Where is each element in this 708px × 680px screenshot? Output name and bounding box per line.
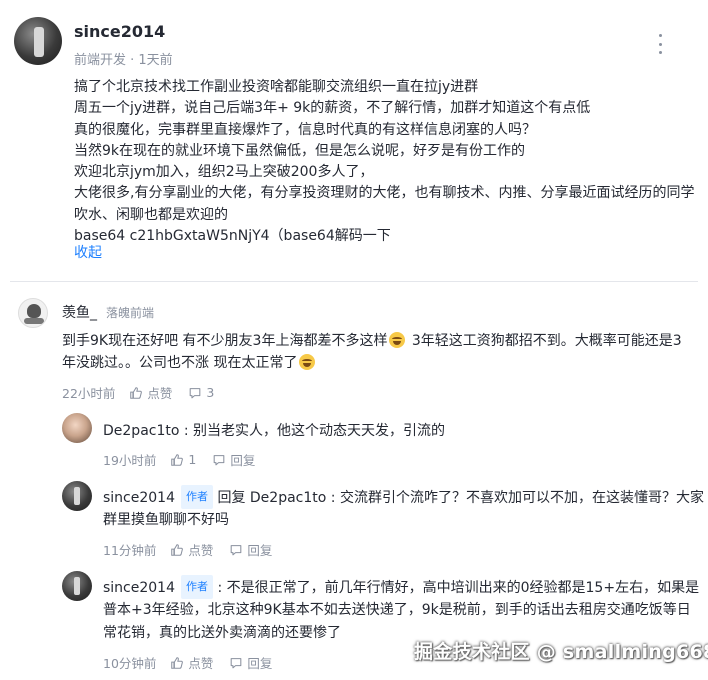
post-line: 当然9k在现在的就业环境下虽然偏低，但是怎么说呢，好歹是有份工作的: [74, 142, 526, 159]
comment-text: 年没跳过。。公司也不涨 现在太正常了: [62, 352, 317, 374]
comment-text-part: 到手9K现在还好吧 有不少朋友3年上海都差不多这样: [62, 333, 388, 349]
post: since2014 前端开发 · 1天前 搞了个北京技术找工作副业投资啥都能聊交…: [0, 0, 708, 280]
comment-icon: [190, 387, 201, 398]
comment-actions: 22小时前 点赞 3: [62, 383, 230, 402]
post-line: base64 c21hbGxtaW5nNjY4（base64解码一下: [74, 228, 391, 245]
reply-label: 回复: [230, 453, 256, 468]
reply-content: 回复 De2pac1to : 交流群引个流咋了？不喜欢加可以不加，在这装懂哥？大…: [213, 490, 704, 506]
author-badge: 作者: [181, 485, 213, 509]
comment-icon: [214, 454, 225, 465]
crying-emoji: [299, 354, 316, 370]
reply-text: 普本+3年经验，北京这种9K基本不如去送快递了，9k是税前，到手的话出去租房交通…: [103, 599, 691, 621]
reply-actions: 11分钟前 点赞 回复: [103, 540, 288, 559]
reply-content: 普本+3年经验，北京这种9K基本不如去送快递了，9k是税前，到手的话出去租房交通…: [103, 602, 691, 618]
like-button[interactable]: 1: [170, 452, 196, 467]
reply-label: 回复: [247, 543, 273, 558]
reply-content: : 别当老实人，他这个动态天天发，引流的: [179, 423, 446, 439]
commenter-title: 落魄前端: [106, 306, 155, 320]
post-line: 吹水、闲聊也都是欢迎的: [74, 206, 228, 223]
comment-text: 到手9K现在还好吧 有不少朋友3年上海都差不多这样 3年轻这工资狗都招不到。大概…: [62, 330, 682, 352]
like-button[interactable]: 点赞: [170, 653, 213, 672]
post-avatar[interactable]: [14, 17, 62, 65]
reply-time: 10分钟前: [103, 656, 157, 671]
thumbs-up-icon: [171, 656, 184, 669]
reply-avatar[interactable]: [62, 571, 92, 601]
post-body: 搞了个北京技术找工作副业投资啥都能聊交流组织一直在拉jy进群 周五一个jy进群，…: [74, 77, 704, 247]
watermark: 掘金技术社区 @ smallming668: [414, 641, 708, 663]
post-line: 搞了个北京技术找工作副业投资啥都能聊交流组织一直在拉jy进群: [74, 79, 479, 95]
reply-count: 3: [206, 385, 215, 400]
reply-avatar[interactable]: [62, 413, 92, 443]
post-line: 欢迎北京jym加入，组织2马上突破200多人了，: [74, 164, 374, 181]
reply-label: 回复: [247, 656, 273, 671]
comment-icon: [231, 544, 242, 555]
reply-avatar[interactable]: [62, 481, 92, 511]
like-label: 点赞: [188, 543, 214, 558]
comment-text-part: 3年轻这工资狗都招不到。大概率可能还是3: [407, 333, 682, 349]
divider: [10, 281, 698, 282]
post-meta: 前端开发 · 1天前: [74, 53, 173, 68]
post-username[interactable]: since2014: [74, 22, 165, 41]
reply-actions: 19小时前 1 回复: [103, 450, 271, 469]
reply-button[interactable]: 回复: [229, 540, 272, 559]
post-line: 真的很魔化，完事群里直接爆炸了，信息时代真的有这样信息闭塞的人吗？: [74, 121, 536, 138]
post-line: 周五一个jy进群，说自己后端3年+ 9k的薪资，不了解行情，加群才知道这个有点低: [74, 100, 591, 117]
reply-username[interactable]: since2014: [103, 490, 175, 506]
like-button[interactable]: 点赞: [129, 383, 172, 402]
reply-time: 11分钟前: [103, 543, 157, 558]
thumbs-up-icon: [130, 386, 143, 399]
thumbs-up-icon: [171, 543, 184, 556]
grinning-sweat-emoji: [389, 332, 406, 348]
comment-icon: [231, 657, 242, 668]
reply-time: 19小时前: [103, 453, 157, 468]
reply-text: 常花销，真的比送外卖滴滴的还要惨了: [103, 622, 341, 644]
like-label: 点赞: [188, 656, 214, 671]
reply-username[interactable]: since2014: [103, 580, 175, 596]
comment-time: 22小时前: [62, 386, 116, 401]
author-badge: 作者: [181, 575, 213, 599]
reply-content: 群里摸鱼聊聊不好吗: [103, 512, 229, 528]
like-button[interactable]: 点赞: [170, 540, 213, 559]
reply-content: : 不是很正常了，前几年行情好，高中培训出来的0经验都是15+左右，如果是: [213, 580, 700, 596]
thumbs-up-icon: [171, 453, 184, 466]
reply-button[interactable]: 回复: [229, 653, 272, 672]
collapse-link[interactable]: 收起: [74, 242, 102, 262]
post-line: 大佬很多,有分享副业的大佬，有分享投资理财的大佬，也有聊技术、内推、分享最近面试…: [74, 185, 695, 202]
reply-button[interactable]: 3: [188, 385, 214, 400]
reply-content: 常花销，真的比送外卖滴滴的还要惨了: [103, 625, 341, 641]
more-vertical-icon[interactable]: [652, 34, 668, 54]
comment-text-part: 年没跳过。。公司也不涨 现在太正常了: [62, 355, 298, 371]
like-label: 点赞: [147, 386, 173, 401]
reply-actions: 10分钟前 点赞 回复: [103, 653, 288, 672]
reply-text: 群里摸鱼聊聊不好吗: [103, 509, 229, 531]
like-count: 1: [188, 452, 197, 467]
commenter-avatar[interactable]: [18, 298, 48, 328]
reply-username[interactable]: De2pac1to: [103, 423, 179, 439]
reply-button[interactable]: 回复: [212, 450, 255, 469]
reply-text: De2pac1to : 别当老实人，他这个动态天天发，引流的: [103, 420, 445, 442]
commenter-name[interactable]: 羡鱼_: [62, 302, 97, 322]
reply-text: since2014 作者 回复 De2pac1to : 交流群引个流咋了？不喜欢加…: [103, 485, 704, 509]
reply-text: since2014 作者 : 不是很正常了，前几年行情好，高中培训出来的0经验都是…: [103, 575, 699, 599]
